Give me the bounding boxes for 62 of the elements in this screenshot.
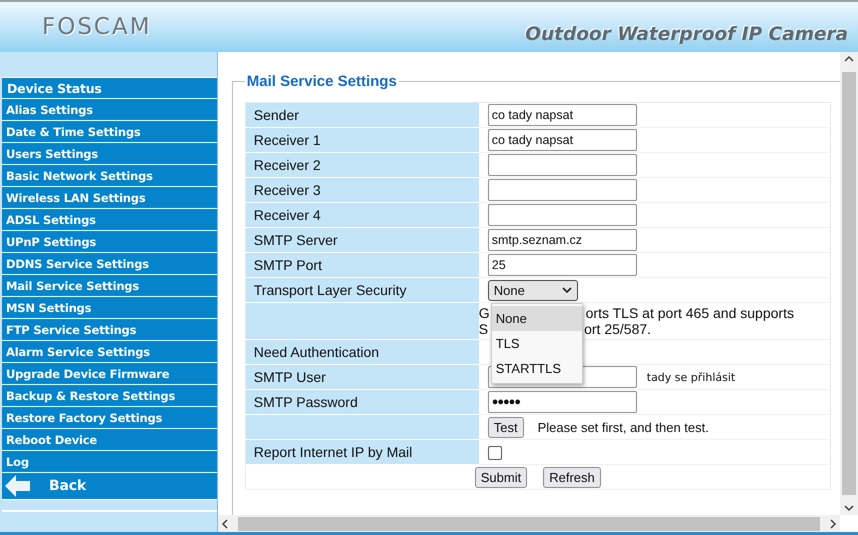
field-label: Receiver 4 <box>254 207 321 223</box>
note-text: G <box>478 305 490 321</box>
arrow-left-icon <box>5 475 31 497</box>
sidebar-item[interactable]: MSN Settings <box>2 297 217 319</box>
input-field[interactable]: smtp.seznam.cz <box>488 229 637 251</box>
input-field[interactable] <box>488 179 637 201</box>
scrollbar[interactable] <box>218 515 840 532</box>
scrollbar-thumb[interactable] <box>238 516 820 530</box>
sidebar-item[interactable]: Basic Network Settings <box>2 165 217 187</box>
test-button[interactable]: Test <box>488 416 524 438</box>
input-field[interactable]: co tady napsat <box>488 129 637 151</box>
field-label: Need Authentication <box>254 344 380 360</box>
checkbox[interactable] <box>488 446 502 460</box>
scrollbar[interactable] <box>840 52 858 515</box>
note-text: S <box>478 321 488 337</box>
submit-button[interactable]: Submit <box>474 466 528 488</box>
field-label: Sender <box>254 107 299 123</box>
dropdown-option[interactable]: STARTTLS <box>492 356 582 380</box>
sidebar-item[interactable]: Date & Time Settings <box>2 121 217 143</box>
hint-text: tady se přihlásit <box>646 370 736 384</box>
chevron-down-icon <box>562 286 572 294</box>
dropdown[interactable]: None <box>488 280 578 300</box>
input-field[interactable]: 25 <box>488 254 637 276</box>
tagline: Outdoor Waterproof IP Camera <box>525 24 848 44</box>
sidebar-item[interactable]: Mail Service Settings <box>2 275 217 297</box>
scrollbar-thumb[interactable] <box>842 72 856 495</box>
sidebar-item[interactable]: Restore Factory Settings <box>2 407 217 429</box>
field-label: Receiver 2 <box>254 157 321 173</box>
sidebar-item[interactable]: Log <box>2 451 217 473</box>
password-field[interactable]: ●●●●● <box>488 391 637 413</box>
sidebar-item[interactable]: Alias Settings <box>2 99 217 121</box>
sidebar-item[interactable]: Backup & Restore Settings <box>2 385 217 407</box>
sidebar-heading[interactable]: Device Status <box>2 77 217 99</box>
input-field[interactable] <box>488 204 637 226</box>
input-field[interactable] <box>488 154 637 176</box>
hint-text: Please set first, and then test. <box>538 420 709 434</box>
field-label: SMTP Password <box>254 394 358 410</box>
dropdown-option[interactable]: None <box>492 306 582 330</box>
field-label: Receiver 1 <box>254 132 321 148</box>
sidebar-item[interactable]: ADSL Settings <box>2 209 217 231</box>
field-label: SMTP Server <box>254 232 338 248</box>
field-label: Receiver 3 <box>254 182 321 198</box>
sidebar-item[interactable]: Alarm Service Settings <box>2 341 217 363</box>
field-label: Transport Layer Security <box>254 282 407 298</box>
sidebar-item[interactable]: FTP Service Settings <box>2 319 217 341</box>
field-label: SMTP User <box>254 369 326 385</box>
input-field[interactable]: co tady napsat <box>488 104 637 126</box>
sidebar-item[interactable]: Wireless LAN Settings <box>2 187 217 209</box>
note-text: orts TLS at port 465 and supports <box>586 305 794 321</box>
note-text: ort 25/587. <box>584 321 652 337</box>
sidebar-item[interactable]: UPnP Settings <box>2 231 217 253</box>
dropdown-option[interactable]: TLS <box>492 330 582 356</box>
sidebar-item[interactable]: Users Settings <box>2 143 217 165</box>
back-button[interactable]: Back <box>2 473 217 500</box>
sidebar-item[interactable]: DDNS Service Settings <box>2 253 217 275</box>
logo: FOSCAM <box>42 14 152 40</box>
sidebar-item[interactable]: Reboot Device <box>2 429 217 451</box>
field-label: SMTP Port <box>254 257 322 273</box>
refresh-button[interactable]: Refresh <box>543 466 601 488</box>
section-title: Mail Service Settings <box>246 73 398 90</box>
sidebar-item[interactable]: Upgrade Device Firmware <box>2 363 217 385</box>
field-label: Report Internet IP by Mail <box>254 444 412 460</box>
